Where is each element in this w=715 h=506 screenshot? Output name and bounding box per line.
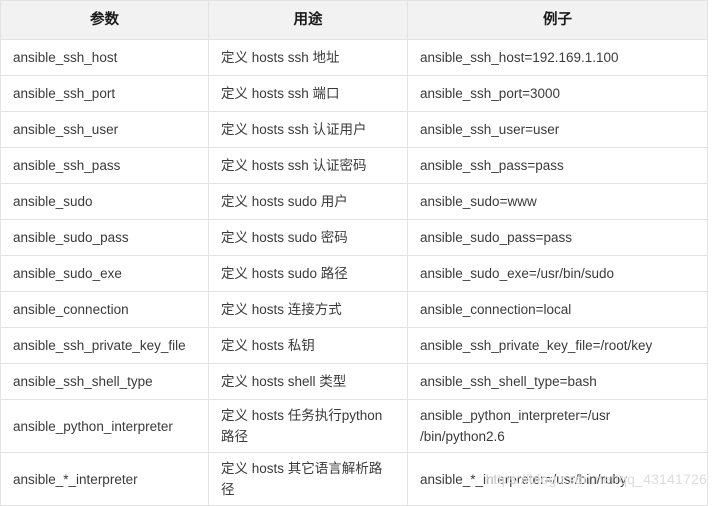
cell-param-text: ansible_*_interpreter <box>13 471 138 487</box>
cell-example-text: ansible_ssh_host=192.169.1.100 <box>420 50 619 65</box>
cell-usage: 定义 hosts ssh 端口 <box>208 75 408 112</box>
cell-usage: 定义 hosts shell 类型 <box>208 363 408 400</box>
cell-param-text: ansible_ssh_user <box>13 122 119 137</box>
cell-param: ansible_sudo <box>0 183 209 220</box>
cell-usage-text: 定义 hosts ssh 端口 <box>221 86 340 101</box>
cell-param: ansible_*_interpreter <box>0 452 209 506</box>
table-body: ansible_ssh_host 定义 hosts ssh 地址 ansible_s… <box>0 39 708 506</box>
cell-param: ansible_python_interpreter <box>0 399 209 453</box>
table-row: ansible_ssh_user 定义 hosts ssh 认证用户 ansible… <box>0 111 708 148</box>
cell-example: ansible_sudo_pass=pass <box>407 219 708 256</box>
cell-usage-text: 定义 hosts ssh 地址 <box>221 50 340 65</box>
cell-usage: 定义 hosts 其它语言解析路径 <box>208 452 408 506</box>
cell-usage-text: 定义 hosts 任务执行python 路径 <box>221 408 383 444</box>
cell-param: ansible_ssh_private_key_file <box>0 327 209 364</box>
cell-usage: 定义 hosts ssh 地址 <box>208 39 408 76</box>
cell-usage-text: 定义 hosts 其它语言解析路径 <box>221 461 383 497</box>
cell-example-text: ansible_python_interpreter=/usr /bin/pyt… <box>420 408 611 444</box>
cell-param-text: ansible_connection <box>13 302 129 317</box>
cell-param-text: ansible_sudo_exe <box>13 266 122 281</box>
cell-example-text: ansible_ssh_port=3000 <box>420 86 560 101</box>
cell-usage: 定义 hosts sudo 用户 <box>208 183 408 220</box>
ansible-parameter-table: 参数 用途 例子 ansible_ssh_host 定义 hosts ssh 地址… <box>0 0 708 506</box>
cell-example: ansible_sudo=www <box>407 183 708 220</box>
cell-param-text: ansible_ssh_host <box>13 50 118 65</box>
cell-usage: 定义 hosts sudo 密码 <box>208 219 408 256</box>
column-header-example: 例子 <box>407 0 708 40</box>
table-header-row: 参数 用途 例子 <box>0 0 708 40</box>
cell-example: ansible_python_interpreter=/usr /bin/pyt… <box>407 399 708 453</box>
cell-example-text: ansible_sudo_pass=pass <box>420 230 572 245</box>
cell-param: ansible_ssh_shell_type <box>0 363 209 400</box>
cell-param: ansible_ssh_host <box>0 39 209 76</box>
column-header-usage: 用途 <box>208 0 408 40</box>
cell-example-text: ansible_ssh_private_key_file=/root/key <box>420 338 653 353</box>
cell-example: ansible_ssh_pass=pass <box>407 147 708 184</box>
cell-param: ansible_sudo_pass <box>0 219 209 256</box>
cell-param-text: ansible_sudo_pass <box>13 230 129 245</box>
column-header-param: 参数 <box>0 0 209 40</box>
table-header: 参数 用途 例子 <box>0 0 708 40</box>
cell-example-text: ansible_*_interpreter=/usr/bin/ruby <box>420 471 627 487</box>
cell-param: ansible_connection <box>0 291 209 328</box>
cell-usage-text: 定义 hosts ssh 认证密码 <box>221 158 367 173</box>
cell-usage-text: 定义 hosts shell 类型 <box>221 374 347 389</box>
cell-param: ansible_ssh_user <box>0 111 209 148</box>
cell-param-text: ansible_ssh_shell_type <box>13 374 153 389</box>
cell-usage-text: 定义 hosts 私钥 <box>221 338 315 353</box>
cell-example-text: ansible_ssh_user=user <box>420 122 560 137</box>
cell-param: ansible_sudo_exe <box>0 255 209 292</box>
cell-example-text: ansible_sudo=www <box>420 194 537 209</box>
table-row: ansible_sudo 定义 hosts sudo 用户 ansible_sudo… <box>0 183 708 220</box>
cell-example: ansible_ssh_private_key_file=/root/key <box>407 327 708 364</box>
cell-usage: 定义 hosts ssh 认证密码 <box>208 147 408 184</box>
table-row: ansible_sudo_pass 定义 hosts sudo 密码 ansible… <box>0 219 708 256</box>
cell-usage: 定义 hosts 任务执行python 路径 <box>208 399 408 453</box>
table-row: ansible_sudo_exe 定义 hosts sudo 路径 ansible_… <box>0 255 708 292</box>
cell-usage-text: 定义 hosts ssh 认证用户 <box>221 122 367 137</box>
cell-example-text: ansible_sudo_exe=/usr/bin/sudo <box>420 266 615 281</box>
table-row: ansible_ssh_shell_type 定义 hosts shell 类型 a… <box>0 363 708 400</box>
cell-usage: 定义 hosts ssh 认证用户 <box>208 111 408 148</box>
table-row: ansible_ssh_pass 定义 hosts ssh 认证密码 ansible… <box>0 147 708 184</box>
cell-param-text: ansible_sudo <box>13 194 93 209</box>
cell-usage-text: 定义 hosts sudo 路径 <box>221 266 348 281</box>
cell-usage: 定义 hosts sudo 路径 <box>208 255 408 292</box>
table-row: ansible_connection 定义 hosts 连接方式 ansible_c… <box>0 291 708 328</box>
cell-example: ansible_sudo_exe=/usr/bin/sudo <box>407 255 708 292</box>
cell-example-text: ansible_ssh_shell_type=bash <box>420 374 597 389</box>
table-row: ansible_ssh_private_key_file 定义 hosts 私钥 a… <box>0 327 708 364</box>
cell-usage-text: 定义 hosts 连接方式 <box>221 302 342 317</box>
table-row: ansible_*_interpreter 定义 hosts 其它语言解析路径 an… <box>0 452 708 506</box>
cell-usage-text: 定义 hosts sudo 密码 <box>221 230 348 245</box>
cell-param-text: ansible_ssh_pass <box>13 158 121 173</box>
cell-usage-text: 定义 hosts sudo 用户 <box>221 194 348 209</box>
cell-example: ansible_ssh_user=user <box>407 111 708 148</box>
cell-example-text: ansible_ssh_pass=pass <box>420 158 564 173</box>
cell-param-text: ansible_python_interpreter <box>13 418 173 434</box>
cell-param-text: ansible_ssh_port <box>13 86 116 101</box>
cell-example: ansible_ssh_host=192.169.1.100 <box>407 39 708 76</box>
cell-usage: 定义 hosts 连接方式 <box>208 291 408 328</box>
cell-example: ansible_connection=local <box>407 291 708 328</box>
cell-example: ansible_*_interpreter=/usr/bin/ruby <box>407 452 708 506</box>
table-row: ansible_ssh_port 定义 hosts ssh 端口 ansible_s… <box>0 75 708 112</box>
cell-example-text: ansible_connection=local <box>420 302 572 317</box>
cell-example: ansible_ssh_port=3000 <box>407 75 708 112</box>
cell-param: ansible_ssh_pass <box>0 147 209 184</box>
table-row: ansible_ssh_host 定义 hosts ssh 地址 ansible_s… <box>0 39 708 76</box>
cell-param-text: ansible_ssh_private_key_file <box>13 338 186 353</box>
table-row: ansible_python_interpreter 定义 hosts 任务执行p… <box>0 399 708 453</box>
cell-usage: 定义 hosts 私钥 <box>208 327 408 364</box>
cell-example: ansible_ssh_shell_type=bash <box>407 363 708 400</box>
parameter-table-container: 参数 用途 例子 ansible_ssh_host 定义 hosts ssh 地址… <box>0 0 708 506</box>
cell-param: ansible_ssh_port <box>0 75 209 112</box>
